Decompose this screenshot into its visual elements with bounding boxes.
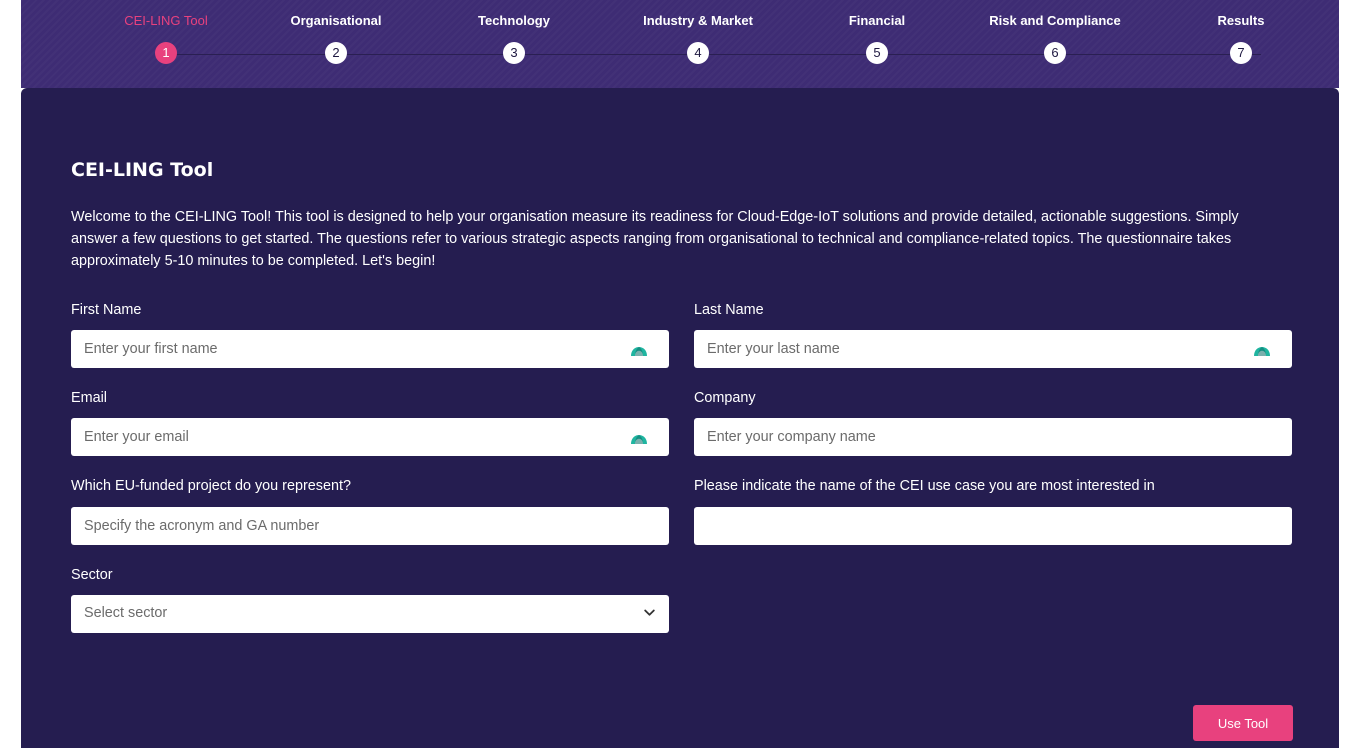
- page-title: CEI-LING Tool: [71, 159, 214, 181]
- project-label: Which EU-funded project do you represent…: [71, 478, 351, 494]
- first-name-field: [71, 330, 669, 368]
- company-label: Company: [694, 390, 756, 406]
- step-label: Results: [1217, 13, 1265, 28]
- progress-stepper: CEI-LING Tool 1 Organisational 2 Technol…: [21, 0, 1339, 88]
- step-results[interactable]: Results 7: [1151, 12, 1331, 64]
- step-cei-ling-tool[interactable]: CEI-LING Tool 1: [76, 12, 256, 64]
- autofill-icon[interactable]: [629, 341, 649, 357]
- step-technology[interactable]: Technology 3: [424, 12, 604, 64]
- step-industry-market[interactable]: Industry & Market 4: [608, 12, 788, 64]
- step-number-badge: 4: [687, 42, 709, 64]
- step-number-badge: 1: [155, 42, 177, 64]
- step-financial[interactable]: Financial 5: [787, 12, 967, 64]
- step-label: Risk and Compliance: [989, 13, 1121, 28]
- autofill-icon[interactable]: [629, 429, 649, 445]
- step-number-badge: 2: [325, 42, 347, 64]
- project-field: [71, 507, 669, 545]
- last-name-input[interactable]: [694, 330, 1292, 368]
- company-input[interactable]: [694, 418, 1292, 456]
- first-name-input[interactable]: [71, 330, 669, 368]
- sector-select[interactable]: Select sector: [71, 595, 669, 633]
- use-case-field: [694, 507, 1292, 545]
- sector-label: Sector: [71, 567, 113, 583]
- step-number-badge: 6: [1044, 42, 1066, 64]
- use-tool-button[interactable]: Use Tool: [1193, 705, 1293, 741]
- sector-selected-value: Select sector: [84, 605, 168, 621]
- step-label: Technology: [478, 13, 550, 28]
- last-name-label: Last Name: [694, 302, 764, 318]
- form-panel: CEI-LING Tool Welcome to the CEI-LING To…: [21, 88, 1339, 748]
- step-number-badge: 3: [503, 42, 525, 64]
- autofill-icon[interactable]: [1252, 341, 1272, 357]
- step-label: Organisational: [290, 13, 382, 28]
- page: CEI-LING Tool 1 Organisational 2 Technol…: [0, 0, 1353, 748]
- project-input[interactable]: [71, 507, 669, 545]
- step-number-badge: 5: [866, 42, 888, 64]
- email-input[interactable]: [71, 418, 669, 456]
- step-label: Financial: [848, 13, 906, 28]
- step-label: CEI-LING Tool: [124, 13, 208, 28]
- first-name-label: First Name: [71, 302, 142, 318]
- use-case-label: Please indicate the name of the CEI use …: [694, 478, 1155, 494]
- chevron-down-icon: [644, 609, 655, 616]
- step-organisational[interactable]: Organisational 2: [246, 12, 426, 64]
- step-number-badge: 7: [1230, 42, 1252, 64]
- last-name-field: [694, 330, 1292, 368]
- email-field: [71, 418, 669, 456]
- email-label: Email: [71, 390, 107, 406]
- step-label: Industry & Market: [643, 13, 753, 28]
- use-case-input[interactable]: [694, 507, 1292, 545]
- step-risk-compliance[interactable]: Risk and Compliance 6: [965, 12, 1145, 64]
- company-field: [694, 418, 1292, 456]
- intro-text: Welcome to the CEI-LING Tool! This tool …: [71, 209, 1239, 269]
